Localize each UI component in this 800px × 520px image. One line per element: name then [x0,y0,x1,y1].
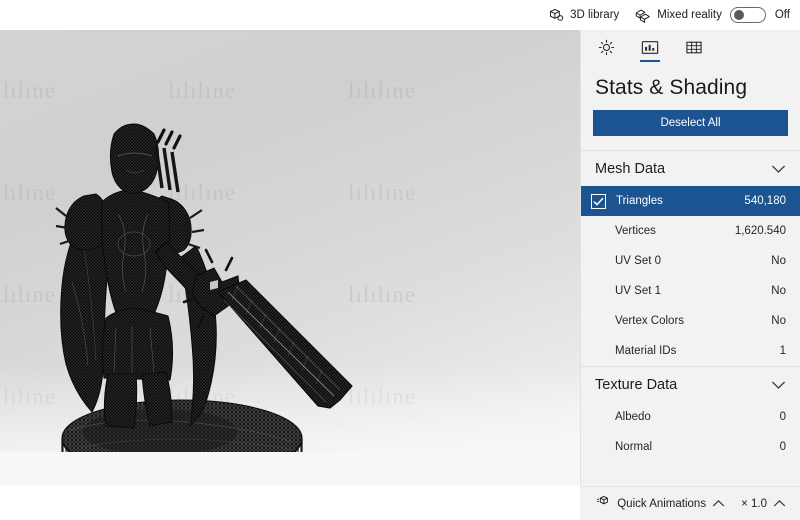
mixed-reality-toggle-group[interactable]: Off [729,7,796,23]
row-label: Material IDs [615,345,677,357]
quick-animations-label: Quick Animations [617,497,707,510]
row-value: No [771,285,786,297]
row-value: 0 [779,411,786,423]
section-title: Mesh Data [595,160,666,177]
row-label: Albedo [615,411,651,423]
table-row[interactable]: Material IDs 1 [581,336,800,366]
toggle-knob [733,10,744,20]
tab-stats[interactable] [633,32,667,62]
row-value: No [771,255,786,267]
stats-panel-icon [641,40,659,54]
deselect-all-button[interactable]: Deselect All [593,110,788,136]
section-header-mesh-data[interactable]: Mesh Data [581,150,800,186]
row-value: No [771,315,786,327]
wireframe-model [30,123,353,486]
row-label: Triangles [616,195,663,207]
viewport-bottom-strip [0,452,580,486]
table-row[interactable]: Albedo 0 [581,402,800,432]
top-toolbar: 3D library Mixed reality Off [0,0,800,30]
3d-viewport[interactable]: lılılıne lılılıne lılılıne lılılıne lılı… [0,30,580,486]
mixed-reality-label: Mixed reality [657,9,722,21]
row-label: UV Set 0 [615,255,662,267]
grid-icon [686,41,702,53]
mixed-reality-button[interactable]: Mixed reality [627,0,730,30]
row-label: Normal [615,441,653,453]
row-value: 540,180 [744,195,786,207]
panel-content[interactable]: Mesh Data Triangles 540,180 Vertices 1,6… [581,150,800,486]
toggle-state-label: Off [774,9,790,21]
row-checkbox[interactable] [591,193,606,209]
table-row[interactable]: Triangles 540,180 [581,186,800,216]
row-value: 0 [779,441,786,453]
bottom-left-spacer [0,486,580,520]
cube-library-icon [549,8,564,23]
bottom-toolbar: Quick Animations × 1.0 [580,486,800,520]
section-header-texture-data[interactable]: Texture Data [581,366,800,402]
playback-speed-label: × 1.0 [741,497,767,510]
row-label: UV Set 1 [615,285,662,297]
table-row[interactable]: UV Set 0 No [581,246,800,276]
row-label: Vertex Colors [615,315,685,327]
panel-tab-bar [581,30,800,64]
tab-grid[interactable] [677,32,711,62]
page-title: Stats & Shading [595,76,748,99]
mixed-reality-icon [635,8,651,23]
main-body: lılılıne lılılıne lılılıne lılılıne lılı… [0,30,800,486]
chevron-down-icon[interactable] [771,380,786,390]
table-row[interactable]: UV Set 1 No [581,276,800,306]
row-value: 1 [779,345,786,357]
table-row[interactable]: Vertex Colors No [581,306,800,336]
stats-shading-panel: Stats & Shading Deselect All Mesh Data T… [580,30,800,486]
bottom-bar-row: Quick Animations × 1.0 [0,486,800,520]
row-value: 1,620.540 [734,225,786,237]
mixed-reality-toggle[interactable] [729,7,766,23]
playback-speed-button[interactable]: × 1.0 [735,491,792,517]
section-title: Texture Data [595,376,678,393]
sun-icon [598,39,614,55]
viewport-scene: lılılıne lılılıne lılılıne lılılıne lılı… [0,30,580,486]
chevron-up-icon[interactable] [712,499,725,508]
tab-lighting[interactable] [589,32,623,62]
3d-library-button[interactable]: 3D library [541,0,627,30]
chevron-up-icon[interactable] [773,499,786,508]
table-row[interactable]: Vertices 1,620.540 [581,216,800,246]
table-row[interactable]: Normal 0 [581,432,800,462]
app-root: 3D library Mixed reality Off lılıne lılı… [0,0,800,520]
animation-cube-icon [596,495,611,512]
chevron-down-icon[interactable] [771,164,786,174]
quick-animations-button[interactable]: Quick Animations [590,491,731,517]
row-label: Vertices [615,225,656,237]
3d-library-label: 3D library [570,9,620,21]
